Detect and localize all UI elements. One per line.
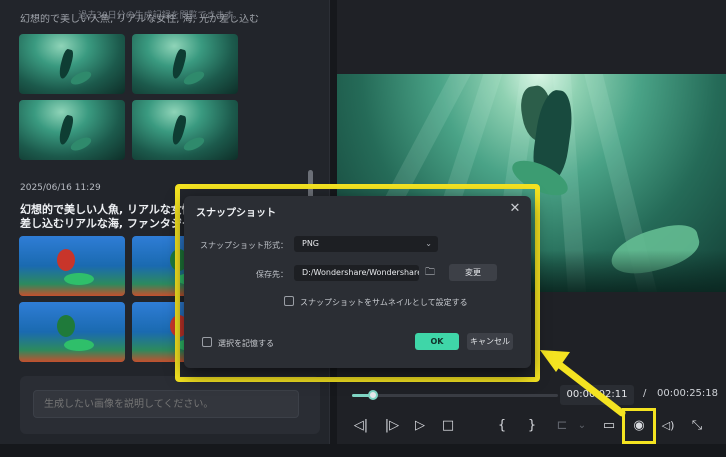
ok-button[interactable]: OK	[415, 333, 459, 350]
save-location-label: 保存先：	[256, 270, 288, 279]
dialog-title: スナップショット	[196, 208, 276, 219]
format-select[interactable]: PNG ⌄	[294, 236, 438, 252]
generated-thumbnail[interactable]	[132, 100, 238, 160]
timeline-handle[interactable]	[367, 390, 378, 400]
insert-icon[interactable]: ⊏	[551, 415, 573, 437]
timeline-slider[interactable]	[352, 390, 558, 400]
format-value: PNG	[302, 239, 320, 248]
generated-thumbnail[interactable]	[19, 302, 125, 362]
remember-checkbox[interactable]	[202, 337, 212, 347]
prev-frame-icon[interactable]: ◁|	[350, 415, 372, 437]
save-path-field[interactable]: D:/Wondershare/Wondershare Filmora/Outpu…	[294, 265, 419, 281]
cancel-button[interactable]: キャンセル	[467, 333, 513, 350]
prompt-input[interactable]	[33, 390, 299, 418]
volume-icon[interactable]: ◁)	[657, 415, 679, 437]
next-frame-icon[interactable]: |▷	[381, 415, 403, 437]
close-icon[interactable]: ✕	[507, 201, 523, 217]
generated-thumbnail[interactable]	[19, 236, 125, 296]
folder-icon[interactable]: 🗀	[422, 265, 438, 281]
chevron-down-icon: ⌄	[425, 239, 432, 248]
app-window: 過去30日分の生成記録を閲覧できます。 幻想的で美しい人魚, リアルな女性, 海…	[0, 0, 726, 457]
time-separator: /	[643, 388, 647, 399]
fullscreen-icon[interactable]: ⤡	[686, 415, 708, 437]
stop-icon[interactable]: □	[437, 415, 459, 437]
current-time: 00:00:02:11	[560, 385, 634, 405]
thumbnail-checkbox-label: スナップショットをサムネイルとして設定する	[300, 298, 468, 307]
generated-thumbnail[interactable]	[19, 100, 125, 160]
total-time: 00:00:25:18	[657, 388, 719, 399]
format-label: スナップショット形式：	[200, 241, 288, 250]
generated-thumbnail[interactable]	[19, 34, 125, 94]
mark-in-icon[interactable]: {	[491, 415, 513, 437]
play-icon[interactable]: ▷	[409, 415, 431, 437]
mark-out-icon[interactable]: }	[521, 415, 543, 437]
history-date: 2025/06/16 11:29	[20, 183, 101, 193]
generated-thumbnail[interactable]	[132, 34, 238, 94]
display-icon[interactable]: ▭	[598, 415, 620, 437]
remember-checkbox-label: 選択を記憶する	[218, 339, 274, 348]
snapshot-button-highlight	[622, 408, 656, 444]
dropdown-chevron-icon[interactable]: ⌄	[571, 415, 593, 437]
previous-prompt-text: 幻想的で美しい人魚, リアルな女性, 海, 光が差し込む	[20, 14, 259, 25]
change-button[interactable]: 変更	[449, 264, 497, 281]
thumbnail-checkbox[interactable]	[284, 296, 294, 306]
